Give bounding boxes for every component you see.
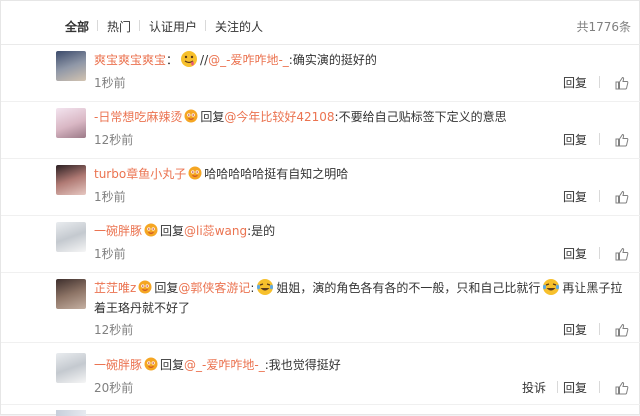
comment-forward-prefix: // [200, 53, 209, 67]
comment-item: 一碗胖豚 回复@_-爱咋咋地-_:我也觉得挺好 20秒前 投诉 回复 [1, 343, 640, 405]
comment-text: turbo章鱼小丸子 哈哈哈哈哈挺有自知之明哈 [94, 164, 631, 184]
tab-hot[interactable]: 热门 [107, 18, 131, 35]
reply-button[interactable]: 回复 [563, 188, 587, 205]
comment-text: 一碗胖豚 回复@_-爱咋咋地-_:我也觉得挺好 [94, 355, 631, 375]
comment-content: :确实演的挺好的 [288, 53, 377, 67]
tab-divider [97, 20, 98, 31]
comment-panel: 全部 热门 认证用户 关注的人 共1776条 爽宝爽宝爽宝：//@_-爱咋咋地-… [0, 0, 640, 416]
user-avatar[interactable] [56, 165, 86, 195]
action-divider [599, 133, 600, 145]
comment-username[interactable]: -日常想吃麻辣烫 [94, 110, 182, 124]
comment-time: 12秒前 [94, 323, 134, 337]
comment-item: 一碗胖豚 回复@li蕊wang:是的 1秒前 回复 [1, 216, 640, 273]
thumbs-up-icon[interactable] [615, 133, 629, 147]
mention-link[interactable]: @li蕊wang [184, 224, 247, 238]
action-divider [599, 190, 600, 202]
drooling-face-emoji [181, 51, 198, 67]
reply-prefix: 回复 [200, 110, 225, 124]
action-divider [557, 381, 558, 393]
comment-total-count: 共1776条 [576, 20, 631, 34]
comment-username[interactable]: turbo章鱼小丸子 [94, 167, 186, 181]
comment-username[interactable]: 一碗胖豚 [94, 358, 142, 372]
comment-content: :是的 [247, 224, 276, 238]
action-divider [599, 381, 600, 393]
reply-prefix: 回复 [154, 281, 179, 295]
comment-content: :不要给自己贴标签下定义的意思 [334, 110, 507, 124]
thumbs-up-icon[interactable] [615, 381, 629, 395]
action-divider [599, 76, 600, 88]
thumbs-up-icon[interactable] [615, 247, 629, 261]
reply-button[interactable]: 回复 [563, 245, 587, 262]
comment-username[interactable]: 一碗胖豚 [94, 224, 142, 238]
comment-item: 芷茳唯z 回复@郭侠客游记: 姐姐，演的角色各有各的不一般，只和自己比就行 再让黑子拉… [1, 273, 640, 343]
comment-content: 哈哈哈哈哈挺有自知之明哈 [204, 167, 349, 181]
comment-time: 1秒前 [94, 190, 126, 204]
user-avatar[interactable] [56, 222, 86, 252]
comment-username[interactable]: 芷茳唯z [94, 281, 136, 295]
reply-prefix: 回复 [160, 358, 185, 372]
mention-link[interactable]: @今年比较好42108 [224, 110, 334, 124]
reply-button[interactable]: 回复 [563, 321, 587, 338]
comment-separator: ： [166, 53, 179, 67]
comment-username[interactable]: 爽宝爽宝爽宝 [94, 53, 166, 67]
tab-divider [205, 20, 206, 31]
vip-badge-icon [144, 223, 158, 237]
comment-item: -日常想吃麻辣烫 回复@今年比较好42108:不要给自己贴标签下定义的意思 12秒… [1, 102, 640, 159]
comment-content: :我也觉得挺好 [264, 358, 341, 372]
reply-button[interactable]: 回复 [563, 131, 587, 148]
comment-text: 一碗胖豚 回复@li蕊wang:是的 [94, 221, 631, 241]
comment-item: turbo章鱼小丸子 哈哈哈哈哈挺有自知之明哈 1秒前 回复 [1, 159, 640, 216]
reply-prefix: 回复 [160, 224, 185, 238]
user-avatar[interactable] [56, 108, 86, 138]
thumbs-up-icon[interactable] [615, 323, 629, 337]
user-avatar[interactable] [56, 410, 86, 416]
report-button[interactable]: 投诉 [522, 379, 546, 396]
tab-divider [139, 20, 140, 31]
user-avatar[interactable] [56, 353, 86, 383]
comment-time: 20秒前 [94, 381, 134, 395]
tab-all[interactable]: 全部 [65, 18, 89, 35]
comment-time: 1秒前 [94, 76, 126, 90]
thumbs-up-icon[interactable] [615, 76, 629, 90]
thumbs-up-icon[interactable] [615, 190, 629, 204]
comment-time: 1秒前 [94, 247, 126, 261]
vip-badge-icon [184, 109, 198, 123]
action-divider [599, 247, 600, 259]
comment-content-colon: : [250, 281, 255, 295]
mention-link[interactable]: @_-爱咋咋地-_ [208, 53, 289, 67]
user-avatar[interactable] [56, 51, 86, 81]
filter-tabs: 全部 热门 认证用户 关注的人 共1776条 [1, 1, 640, 45]
tab-following[interactable]: 关注的人 [215, 18, 263, 35]
user-avatar[interactable] [56, 279, 86, 309]
action-divider [599, 323, 600, 335]
comment-time: 12秒前 [94, 133, 134, 147]
laughing-tears-emoji [257, 279, 274, 295]
mention-link[interactable]: @_-爱咋咋地-_ [184, 358, 265, 372]
comment-text: -日常想吃麻辣烫 回复@今年比较好42108:不要给自己贴标签下定义的意思 [94, 107, 631, 127]
comment-item: 爽宝爽宝爽宝： //@_-爱咋咋地-_:确实演的挺好的 1秒前 回复 [1, 45, 640, 102]
vip-badge-icon [144, 357, 158, 371]
tab-verified-users[interactable]: 认证用户 [149, 18, 197, 35]
comment-text: 芷茳唯z 回复@郭侠客游记: 姐姐，演的角色各有各的不一般，只和自己比就行 再让黑子拉… [94, 278, 629, 318]
reply-button[interactable]: 回复 [563, 74, 587, 91]
vip-badge-icon [188, 166, 202, 180]
vip-badge-icon [138, 280, 152, 294]
laughing-tears-emoji [543, 279, 560, 295]
comment-content: 姐姐，演的角色各有各的不一般，只和自己比就行 [276, 281, 541, 295]
reply-button[interactable]: 回复 [563, 379, 587, 396]
comment-text: 爽宝爽宝爽宝： //@_-爱咋咋地-_:确实演的挺好的 [94, 50, 631, 70]
mention-link[interactable]: @郭侠客游记 [178, 281, 250, 295]
